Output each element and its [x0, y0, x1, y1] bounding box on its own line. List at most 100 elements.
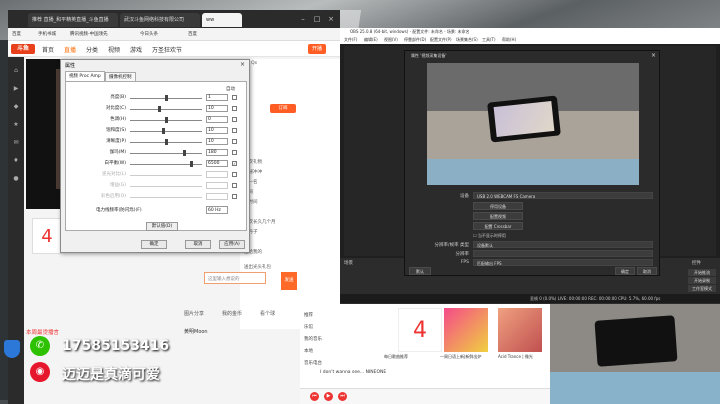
- bookmark-3[interactable]: 腾讯视频-中国领先: [70, 31, 108, 37]
- minimize-icon[interactable]: –: [296, 13, 310, 25]
- menu-scene-collection[interactable]: 场景集合(S): [456, 37, 478, 43]
- chat-input[interactable]: 这里输入想说的: [204, 272, 266, 284]
- music-nav-recommend[interactable]: 推荐: [304, 312, 313, 318]
- proc-amp-value[interactable]: 0: [206, 116, 228, 123]
- playlist-card-2[interactable]: [444, 308, 488, 352]
- bookmark-5[interactable]: 百度: [188, 31, 197, 37]
- nav-game[interactable]: 游戏: [130, 45, 142, 54]
- configure-video-button[interactable]: 配置视频: [473, 212, 523, 220]
- menu-docks[interactable]: 停靠部件(D): [404, 37, 426, 43]
- proc-amp-slider[interactable]: [130, 150, 202, 156]
- music-nav-hall[interactable]: 乐馆: [304, 324, 313, 330]
- user-icon[interactable]: ●: [11, 175, 21, 185]
- auto-checkbox[interactable]: [232, 172, 237, 177]
- proc-amp-value[interactable]: 180: [206, 149, 228, 156]
- site-logo[interactable]: 斗鱼: [11, 44, 35, 54]
- close-icon[interactable]: ×: [238, 61, 247, 69]
- proc-amp-slider[interactable]: [130, 95, 202, 101]
- configure-crossbar-button[interactable]: 配置 Crossbar: [473, 222, 523, 230]
- menu-profile[interactable]: 配置文件(P): [430, 37, 452, 43]
- defaults-button[interactable]: 默认: [409, 267, 431, 275]
- next-icon[interactable]: ⏭: [338, 392, 347, 401]
- send-button[interactable]: 发送: [281, 272, 297, 290]
- nav-video[interactable]: 视频: [108, 45, 120, 54]
- slider-thumb[interactable]: [165, 139, 168, 145]
- ok-button[interactable]: 确定: [141, 240, 167, 249]
- auto-checkbox[interactable]: [232, 117, 237, 122]
- tab-pictures[interactable]: 图片分享: [184, 310, 204, 317]
- nav-live[interactable]: 直播: [64, 45, 76, 54]
- music-nav-radio[interactable]: 音乐电台: [304, 360, 322, 366]
- fps-select[interactable]: 匹配输出 FPS: [473, 259, 653, 266]
- power-line-frequency-select[interactable]: 60 Hz: [206, 206, 228, 214]
- tab-proc-amp[interactable]: 视频 Proc Amp: [65, 71, 105, 81]
- auto-checkbox[interactable]: [232, 139, 237, 144]
- proc-amp-value[interactable]: 10: [206, 105, 228, 112]
- browser-tab-2[interactable]: 武汉斗鱼网络科技有限公司: [120, 13, 200, 27]
- proc-amp-slider[interactable]: [130, 117, 202, 123]
- bookmark-1[interactable]: 百度: [12, 31, 21, 37]
- menu-tools[interactable]: 工具(T): [482, 37, 496, 43]
- music-nav-local[interactable]: 本地: [304, 348, 313, 354]
- video-icon[interactable]: ▶: [11, 85, 21, 95]
- slider-thumb[interactable]: [165, 95, 168, 101]
- auto-checkbox[interactable]: [232, 194, 237, 199]
- apply-button[interactable]: 应用(A): [219, 240, 245, 249]
- cam-ok-button[interactable]: 确定: [615, 267, 635, 275]
- nav-home[interactable]: 首页: [42, 45, 54, 54]
- prev-icon[interactable]: ⏮: [310, 392, 319, 401]
- nav-festival[interactable]: 万圣狂欢节: [152, 45, 182, 54]
- cancel-button[interactable]: 取消: [185, 240, 211, 249]
- playlist-card-3[interactable]: [498, 308, 542, 352]
- slider-thumb[interactable]: [161, 128, 165, 134]
- proc-amp-value[interactable]: 10: [206, 138, 228, 145]
- star-icon[interactable]: ★: [11, 121, 21, 131]
- proc-amp-value[interactable]: 10: [206, 127, 228, 134]
- auto-checkbox[interactable]: ✓: [232, 161, 237, 166]
- slider-thumb[interactable]: [165, 117, 168, 123]
- ranking-thumbnail[interactable]: 4: [32, 218, 62, 254]
- device-select[interactable]: USB 2.0 WEBCAM FS Camera: [473, 192, 653, 199]
- gift-icon[interactable]: ♦: [11, 157, 21, 167]
- auto-checkbox[interactable]: [232, 95, 237, 100]
- start-recording-button[interactable]: 开始录制: [688, 277, 716, 284]
- proc-amp-slider[interactable]: [130, 106, 202, 112]
- close-icon[interactable]: ×: [651, 52, 656, 59]
- bookmark-2[interactable]: 手机书城: [38, 31, 56, 37]
- slider-thumb[interactable]: [182, 150, 186, 156]
- start-streaming-button[interactable]: 开始推流: [688, 269, 716, 276]
- proc-amp-slider[interactable]: [130, 128, 202, 134]
- menu-edit[interactable]: 编辑(E): [364, 37, 378, 43]
- bookmark-4[interactable]: 今日头条: [140, 31, 158, 37]
- proc-amp-value[interactable]: 6500: [206, 160, 228, 167]
- menu-view[interactable]: 视图(V): [384, 37, 398, 43]
- close-icon[interactable]: ×: [324, 13, 338, 25]
- resolution-type-select[interactable]: 设备默认: [473, 241, 653, 248]
- menu-help[interactable]: 帮助(H): [502, 37, 516, 43]
- auto-checkbox[interactable]: [232, 128, 237, 133]
- subscribe-button[interactable]: 订阅: [270, 104, 296, 113]
- maximize-icon[interactable]: □: [310, 13, 324, 25]
- proc-amp-slider[interactable]: [130, 139, 202, 145]
- now-playing-song[interactable]: I don't wanna see... NINEONE: [320, 370, 386, 375]
- auto-checkbox[interactable]: [232, 183, 237, 188]
- slider-thumb[interactable]: [189, 161, 193, 167]
- play-icon[interactable]: ▶: [324, 392, 333, 401]
- music-nav-mine[interactable]: 我的音乐: [304, 336, 322, 342]
- auto-checkbox[interactable]: [232, 150, 237, 155]
- slider-thumb[interactable]: [158, 106, 161, 112]
- default-button[interactable]: 默认值(D): [146, 222, 178, 231]
- proc-amp-slider[interactable]: [130, 161, 202, 167]
- deactivate-button[interactable]: 停用设备: [473, 202, 523, 210]
- auto-checkbox[interactable]: [232, 106, 237, 111]
- home-icon[interactable]: ⌂: [11, 67, 21, 77]
- menu-file[interactable]: 文件(F): [344, 37, 357, 43]
- tab-ball[interactable]: 看个球: [260, 310, 275, 317]
- message-icon[interactable]: ✉: [11, 139, 21, 149]
- resolution-select[interactable]: [473, 250, 653, 257]
- game-icon[interactable]: ◆: [11, 103, 21, 113]
- tab-coins[interactable]: 我的金币: [222, 310, 242, 317]
- deactivate-when-hidden-checkbox[interactable]: ☐ 当不显示时停用: [473, 233, 506, 239]
- proc-amp-value[interactable]: 1: [206, 94, 228, 101]
- studio-mode-button[interactable]: 工作室模式: [688, 285, 716, 292]
